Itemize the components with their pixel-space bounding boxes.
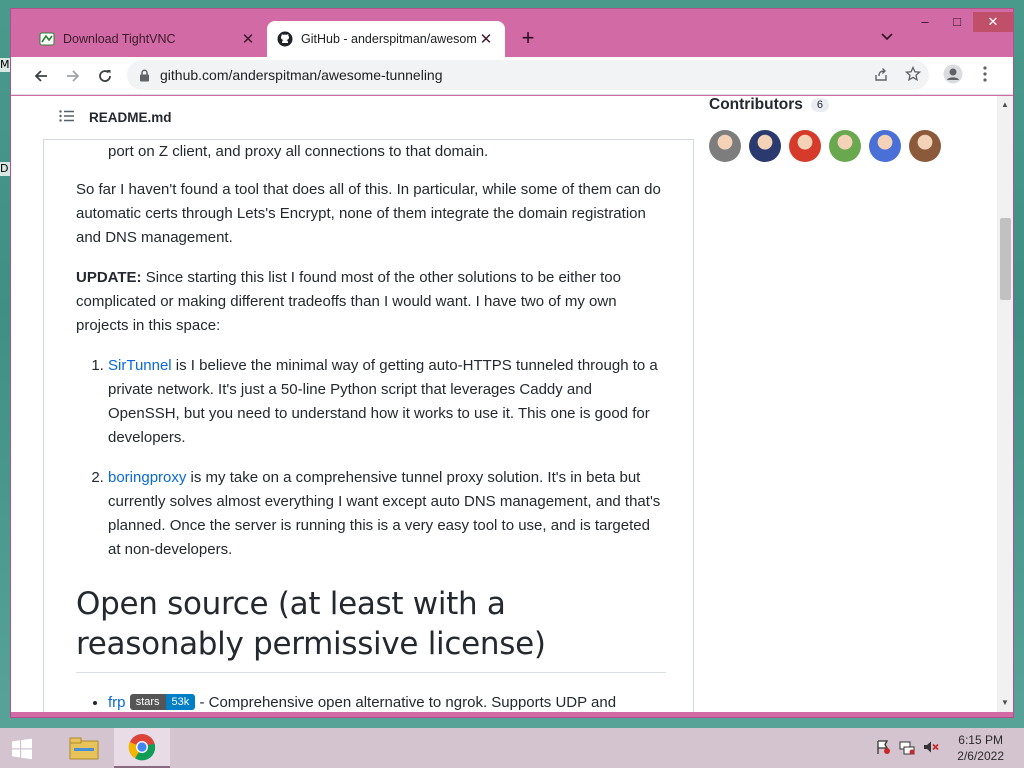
new-tab-button[interactable]: +	[517, 27, 539, 49]
tab-title: Download TightVNC	[63, 32, 176, 46]
scroll-down-icon[interactable]: ▼	[997, 696, 1013, 710]
desktop-icon-label: M	[0, 58, 10, 72]
projects-list: SirTunnel is I believe the minimal way o…	[76, 354, 666, 562]
reload-icon[interactable]	[93, 64, 117, 88]
chrome-taskbar-icon[interactable]	[114, 728, 170, 768]
contributors-label: Contributors	[709, 96, 803, 113]
close-window-button[interactable]: ✕	[973, 12, 1013, 32]
list-item: boringproxy is my take on a comprehensiv…	[108, 466, 666, 562]
file-explorer-icon[interactable]	[56, 728, 112, 768]
bookmark-star-icon[interactable]	[903, 64, 923, 84]
tab-title: GitHub - anderspitman/awesome-tunneling	[301, 32, 477, 46]
maximize-button[interactable]: □	[941, 12, 973, 32]
windows-start-icon[interactable]	[8, 736, 36, 762]
scroll-up-icon[interactable]: ▲	[997, 98, 1013, 112]
tab-strip: Download TightVNC ✕ GitHub - anderspitma…	[11, 9, 1013, 57]
list-item-text: - Comprehensive open alternative to ngro…	[195, 694, 617, 711]
readme-article: port on Z client, and proxy all connecti…	[76, 140, 666, 712]
readme-filename: README.md	[89, 110, 172, 125]
tab-download-tightvnc[interactable]: Download TightVNC ✕	[29, 21, 267, 57]
list-menu-icon[interactable]	[59, 109, 75, 127]
section-heading: Open source (at least with a reasonably …	[76, 584, 666, 673]
list-item: frp stars53k - Comprehensive open altern…	[108, 691, 666, 712]
volume-muted-icon[interactable]	[922, 738, 940, 756]
boringproxy-link[interactable]: boringproxy	[108, 469, 186, 486]
close-tab-icon[interactable]: ✕	[477, 30, 495, 48]
kebab-menu-icon[interactable]	[975, 64, 995, 84]
paragraph: So far I haven't found a tool that does …	[76, 181, 661, 246]
lock-icon	[139, 69, 150, 82]
tools-list: frp stars53k - Comprehensive open altern…	[76, 691, 666, 712]
update-paragraph: UPDATE: Since starting this list I found…	[76, 266, 666, 338]
contributor-avatar[interactable]	[829, 130, 861, 162]
readme-header: README.md	[43, 96, 694, 140]
list-item: SirTunnel is I believe the minimal way o…	[108, 354, 666, 450]
url-text: github.com/anderspitman/awesome-tunnelin…	[160, 67, 443, 83]
desktop-icon-label: D	[0, 162, 10, 176]
forward-arrow-icon[interactable]	[61, 64, 85, 88]
action-center-flag-icon[interactable]	[874, 738, 892, 756]
tightvnc-icon	[39, 31, 55, 47]
stars-badge[interactable]: stars 53k	[129, 694, 196, 710]
contributors-count: 6	[810, 98, 829, 112]
repo-sidebar: Contributors 6	[709, 96, 989, 162]
tab-github[interactable]: GitHub - anderspitman/awesome-tunneling …	[267, 21, 505, 57]
clock-time: 6:15 PM	[958, 733, 1003, 747]
sirtunnel-link[interactable]: SirTunnel	[108, 357, 172, 374]
share-icon[interactable]	[871, 64, 891, 84]
system-clock[interactable]: 6:15 PM 2/6/2022	[957, 732, 1004, 764]
scrollbar-thumb[interactable]	[1000, 218, 1011, 300]
contributor-avatar[interactable]	[909, 130, 941, 162]
update-label: UPDATE:	[76, 269, 142, 286]
browser-window: Download TightVNC ✕ GitHub - anderspitma…	[10, 8, 1014, 718]
browser-toolbar: github.com/anderspitman/awesome-tunnelin…	[11, 57, 1013, 95]
list-item-text: is my take on a comprehensive tunnel pro…	[108, 469, 661, 558]
contributor-avatar[interactable]	[709, 130, 741, 162]
badge-value: 53k	[165, 694, 196, 710]
clock-date: 2/6/2022	[957, 749, 1004, 763]
address-bar[interactable]: github.com/anderspitman/awesome-tunnelin…	[127, 60, 929, 90]
update-text: Since starting this list I found most of…	[76, 269, 621, 334]
list-fragment: port on Z client, and proxy all connecti…	[108, 143, 489, 160]
badge-key: stars	[129, 694, 166, 710]
minimize-button[interactable]: –	[909, 12, 941, 32]
contributor-avatar[interactable]	[749, 130, 781, 162]
network-icon[interactable]	[898, 738, 916, 756]
profile-avatar-icon[interactable]	[943, 64, 963, 84]
github-icon	[277, 31, 293, 47]
tab-search-chevron-icon[interactable]	[877, 27, 897, 47]
frp-link[interactable]: frp	[108, 694, 126, 711]
taskbar: 6:15 PM 2/6/2022	[0, 728, 1024, 768]
list-item-text: is I believe the minimal way of getting …	[108, 357, 658, 446]
contributor-avatar[interactable]	[869, 130, 901, 162]
contributors-heading[interactable]: Contributors 6	[709, 96, 989, 114]
page-viewport: README.md port on Z client, and proxy al…	[11, 96, 1013, 712]
contributors-avatars	[709, 130, 989, 162]
contributor-avatar[interactable]	[789, 130, 821, 162]
page-scrollbar[interactable]: ▲ ▼	[997, 96, 1013, 712]
back-arrow-icon[interactable]	[29, 64, 53, 88]
close-tab-icon[interactable]: ✕	[239, 30, 257, 48]
